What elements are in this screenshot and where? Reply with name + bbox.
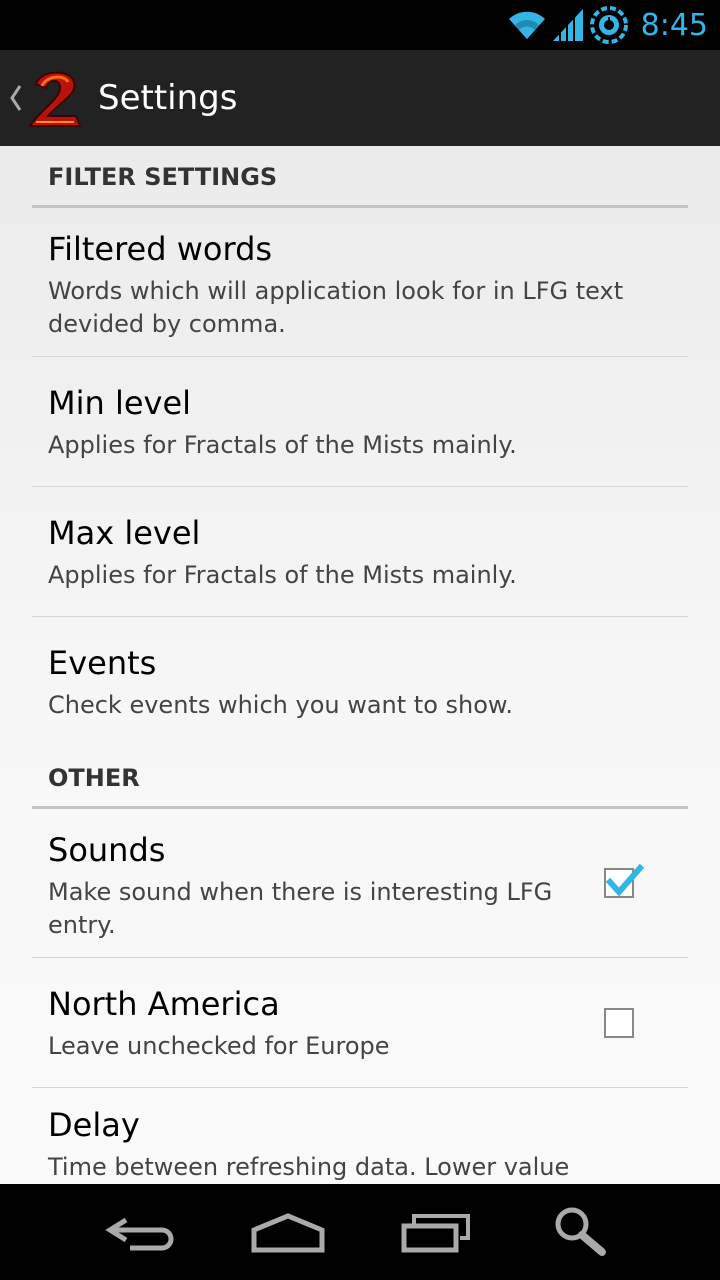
settings-list[interactable]: FILTER SETTINGS Filtered words Words whi… <box>0 146 720 1184</box>
pref-summary: Applies for Fractals of the Mists mainly… <box>48 561 517 589</box>
back-chevron-icon[interactable] <box>8 82 24 114</box>
action-bar: Settings <box>0 50 720 146</box>
section-header-label: FILTER SETTINGS <box>48 163 278 191</box>
home-icon[interactable] <box>250 1204 326 1260</box>
status-time: 8:45 <box>640 7 708 43</box>
pref-max-level[interactable]: Max level Applies for Fractals of the Mi… <box>32 487 688 617</box>
north-america-checkbox[interactable] <box>604 1008 634 1038</box>
search-icon[interactable] <box>550 1204 610 1260</box>
back-icon[interactable] <box>104 1204 178 1260</box>
pref-delay[interactable]: Delay Time between refreshing data. Lowe… <box>32 1088 688 1184</box>
pref-summary: Check events which you want to show. <box>48 691 513 719</box>
pref-title: Filtered words <box>48 230 273 268</box>
app-logo-icon[interactable] <box>26 66 88 130</box>
sync-icon <box>589 6 628 44</box>
status-icons: 8:45 <box>507 0 708 50</box>
pref-summary: Make sound when there is interesting LFG… <box>48 878 553 939</box>
status-bar: 8:45 <box>0 0 720 50</box>
pref-events[interactable]: Events Check events which you want to sh… <box>32 617 688 747</box>
section-header-label: OTHER <box>48 764 140 792</box>
pref-title: Events <box>48 644 157 682</box>
signal-icon <box>552 9 583 41</box>
pref-title: Max level <box>48 514 201 552</box>
pref-summary: Time between refreshing data. Lower valu… <box>48 1153 570 1181</box>
pref-summary: Words which will application look for in… <box>48 277 624 338</box>
navigation-bar <box>0 1184 720 1280</box>
pref-title: Delay <box>48 1106 140 1144</box>
section-header-filter-settings: FILTER SETTINGS <box>32 146 688 208</box>
pref-filtered-words[interactable]: Filtered words Words which will applicat… <box>32 208 688 357</box>
sounds-checkbox[interactable] <box>604 863 645 898</box>
recent-apps-icon[interactable] <box>400 1204 474 1260</box>
pref-title: Sounds <box>48 831 166 869</box>
pref-title: Min level <box>48 384 192 422</box>
pref-summary: Leave unchecked for Europe <box>48 1032 390 1060</box>
pref-north-america[interactable]: North America Leave unchecked for Europe <box>32 958 688 1088</box>
pref-min-level[interactable]: Min level Applies for Fractals of the Mi… <box>32 357 688 487</box>
section-header-other: OTHER <box>32 747 688 809</box>
checkmark-icon <box>605 863 645 897</box>
pref-sounds[interactable]: Sounds Make sound when there is interest… <box>32 809 688 958</box>
screen-title: Settings <box>98 78 238 118</box>
pref-title: North America <box>48 985 280 1023</box>
pref-summary: Applies for Fractals of the Mists mainly… <box>48 431 517 459</box>
wifi-icon <box>508 11 545 39</box>
